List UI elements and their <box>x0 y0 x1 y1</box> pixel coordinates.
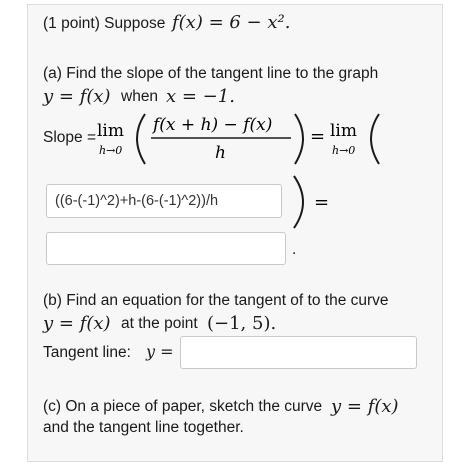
fraction-numerator: f(x + h) − f(x) <box>151 115 272 135</box>
part-c-line2: and the tangent line together. <box>43 419 244 436</box>
big-paren-close <box>293 175 304 229</box>
points-label: (1 point) Suppose <box>43 15 166 32</box>
part-c-line1: (c) On a piece of paper, sketch the curv… <box>43 398 323 415</box>
closing-expression: = <box>293 175 329 229</box>
right-paren-close <box>294 113 304 165</box>
big-paren-open <box>370 113 380 165</box>
tangent-line-label: Tangent line: <box>43 344 131 361</box>
lim-sub-2: h→0 <box>332 144 355 157</box>
tangent-line-value <box>181 337 416 345</box>
limit-answer-input[interactable]: ((6-(-1)^2)+h-(6-(-1)^2))/h <box>46 184 282 218</box>
part-b-intro: (b) Find an equation for the tangent of … <box>43 292 389 309</box>
function-definition: f(x) = 6 − x². <box>172 12 291 33</box>
limit-expression: lim h→0 f(x + h) − f(x) h = lim h→0 <box>97 113 380 165</box>
part-b-point: (−1, 5). <box>207 313 277 334</box>
part-b-at-point: at the point <box>121 315 198 332</box>
part-a-when: when <box>121 88 159 105</box>
equals-sign: = <box>310 126 325 147</box>
slope-answer-value <box>47 233 285 241</box>
left-paren-open <box>136 113 146 165</box>
part-c-equation: y = f(x) <box>331 396 399 417</box>
period: . <box>292 241 297 258</box>
part-b-equation: y = f(x) <box>43 313 111 334</box>
limit-answer-value: ((6-(-1)^2)+h-(6-(-1)^2))/h <box>55 193 219 209</box>
tangent-y-equals: y = <box>146 342 174 361</box>
tangent-line-input[interactable] <box>180 336 417 369</box>
part-a-equation: y = f(x) <box>43 86 111 107</box>
fraction-denominator: h <box>215 143 226 163</box>
slope-answer-input[interactable] <box>46 232 286 265</box>
part-a-intro: (a) Find the slope of the tangent line t… <box>43 65 379 82</box>
part-a-x-value: x = −1. <box>166 86 235 107</box>
lim-text-2: lim <box>330 121 357 141</box>
lim-text-1: lim <box>97 121 124 141</box>
lim-sub-1: h→0 <box>99 144 122 157</box>
slope-label: Slope = <box>43 129 97 146</box>
equals-sign-2: = <box>314 192 329 213</box>
